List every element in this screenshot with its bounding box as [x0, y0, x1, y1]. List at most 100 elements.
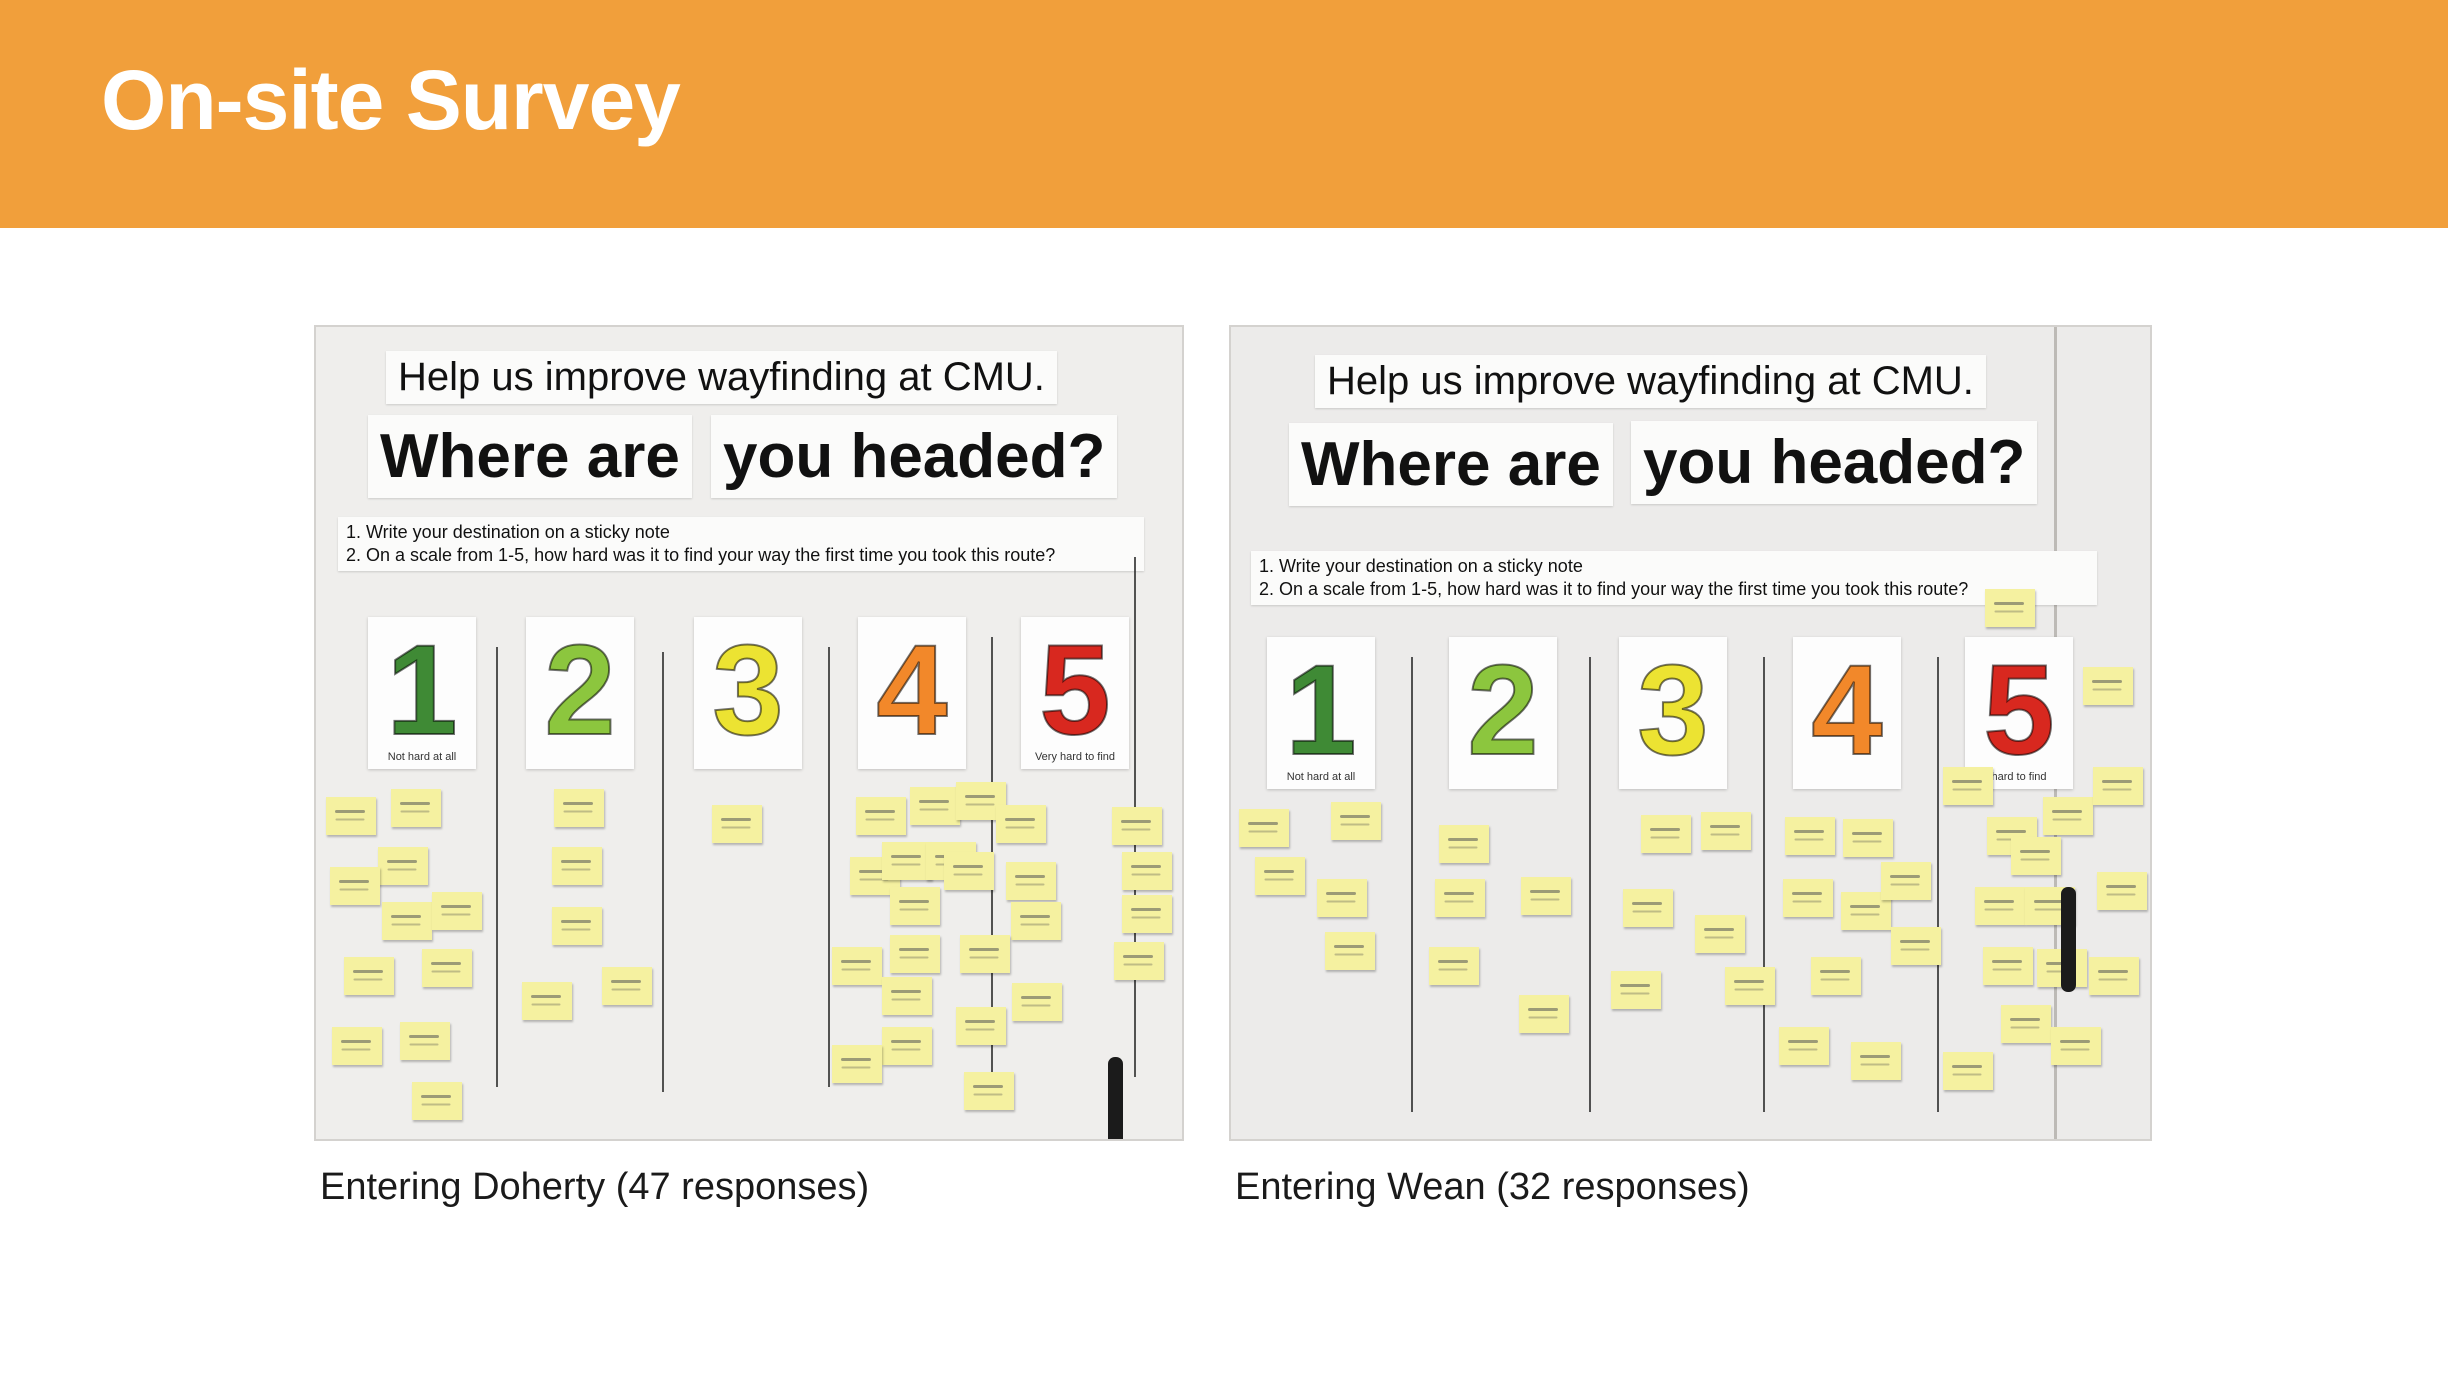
sticky-note [602, 967, 652, 1005]
sticky-note [2011, 837, 2061, 875]
sticky-note [1239, 809, 1289, 847]
sticky-note [344, 957, 394, 995]
sticky-note [400, 1022, 450, 1060]
scale-number-1: 1 [385, 619, 458, 762]
column-divider [1589, 657, 1591, 1112]
sticky-note [2083, 667, 2133, 705]
scale-number-5: 5 [1038, 619, 1111, 762]
scale-number-2: 2 [1466, 639, 1539, 782]
sticky-note [2043, 797, 2093, 835]
sticky-note [1122, 852, 1172, 890]
sticky-note [1725, 967, 1775, 1005]
sticky-note [1891, 927, 1941, 965]
poster-heading-part1: Where are [368, 415, 692, 498]
sticky-note [1779, 1027, 1829, 1065]
column-divider [662, 652, 664, 1092]
scale-card-4: 4 [858, 617, 966, 769]
photo-doherty-survey-board: Help us improve wayfinding at CMU. Where… [314, 325, 1184, 1141]
sticky-note [1783, 879, 1833, 917]
marker-pen [2061, 887, 2076, 992]
column-divider [1937, 657, 1939, 1112]
scale-number-2: 2 [543, 619, 616, 762]
title-banner: On-site Survey [0, 0, 2448, 228]
scale-max-label: Very hard to find [1034, 751, 1116, 763]
scale-min-label: Not hard at all [387, 751, 457, 763]
sticky-note [1611, 971, 1661, 1009]
scale-card-5: 5 Very hard to find [1021, 617, 1129, 769]
sticky-note [1943, 767, 1993, 805]
sticky-note [1701, 812, 1751, 850]
sticky-note [964, 1072, 1014, 1110]
sticky-note [856, 797, 906, 835]
sticky-note [1975, 887, 2025, 925]
sticky-note [1435, 879, 1485, 917]
sticky-note [956, 1007, 1006, 1045]
sticky-note [432, 892, 482, 930]
photo-wean-survey-board: Help us improve wayfinding at CMU. Where… [1229, 325, 2152, 1141]
column-divider [1763, 657, 1765, 1112]
sticky-note [890, 887, 940, 925]
sticky-note [1811, 957, 1861, 995]
sticky-note [1519, 995, 1569, 1033]
scale-card-2: 2 [1449, 637, 1557, 789]
sticky-note [2051, 1027, 2101, 1065]
sticky-note [944, 852, 994, 890]
sticky-note [1325, 932, 1375, 970]
sticky-note [422, 949, 472, 987]
sticky-note [1843, 819, 1893, 857]
sticky-note [391, 789, 441, 827]
sticky-note [1785, 817, 1835, 855]
sticky-note [1623, 889, 1673, 927]
column-divider [828, 647, 830, 1087]
scale-card-1: 1 Not hard at all [1267, 637, 1375, 789]
sticky-note [2093, 767, 2143, 805]
scale-number-3: 3 [1636, 639, 1709, 782]
sticky-note [712, 805, 762, 843]
sticky-note [1112, 807, 1162, 845]
marker-pen [1108, 1057, 1123, 1139]
sticky-note [1851, 1042, 1901, 1080]
sticky-note [1983, 947, 2033, 985]
scale-number-3: 3 [711, 619, 784, 762]
sticky-note [326, 797, 376, 835]
sticky-note [382, 902, 432, 940]
sticky-note [832, 947, 882, 985]
scale-card-4: 4 [1793, 637, 1901, 789]
sticky-note [882, 842, 932, 880]
poster-heading-part1: Where are [1289, 423, 1613, 506]
caption-doherty: Entering Doherty (47 responses) [320, 1166, 870, 1208]
poster-heading-part2: you headed? [711, 415, 1118, 498]
sticky-note [1122, 895, 1172, 933]
sticky-note [330, 867, 380, 905]
sticky-note [996, 805, 1046, 843]
sticky-note [1943, 1052, 1993, 1090]
sticky-note [1011, 902, 1061, 940]
sticky-note [2001, 1005, 2051, 1043]
scale-number-4: 4 [875, 619, 948, 762]
sticky-note [1985, 589, 2035, 627]
caption-wean: Entering Wean (32 responses) [1235, 1166, 1750, 1208]
sticky-note [552, 847, 602, 885]
sticky-note [1006, 862, 1056, 900]
scale-number-5: 5 [1982, 639, 2055, 782]
sticky-note [552, 907, 602, 945]
sticky-note [1695, 915, 1745, 953]
sticky-note [1012, 983, 1062, 1021]
sticky-note [522, 982, 572, 1020]
poster-instructions: 1. Write your destination on a sticky no… [338, 517, 1144, 571]
sticky-note [1255, 857, 1305, 895]
instruction-1: 1. Write your destination on a sticky no… [1259, 556, 1583, 576]
scale-number-4: 4 [1810, 639, 1883, 782]
instruction-2: 2. On a scale from 1-5, how hard was it … [346, 545, 1056, 565]
sticky-note [1439, 825, 1489, 863]
sticky-note [1114, 942, 1164, 980]
instruction-1: 1. Write your destination on a sticky no… [346, 522, 670, 542]
sticky-note [332, 1027, 382, 1065]
poster-instructions: 1. Write your destination on a sticky no… [1251, 551, 2097, 605]
column-divider [1411, 657, 1413, 1112]
poster-subtitle: Help us improve wayfinding at CMU. [386, 351, 1057, 404]
poster-subtitle: Help us improve wayfinding at CMU. [1315, 355, 1986, 408]
scale-card-1: 1 Not hard at all [368, 617, 476, 769]
sticky-note [960, 935, 1010, 973]
sticky-note [1429, 947, 1479, 985]
